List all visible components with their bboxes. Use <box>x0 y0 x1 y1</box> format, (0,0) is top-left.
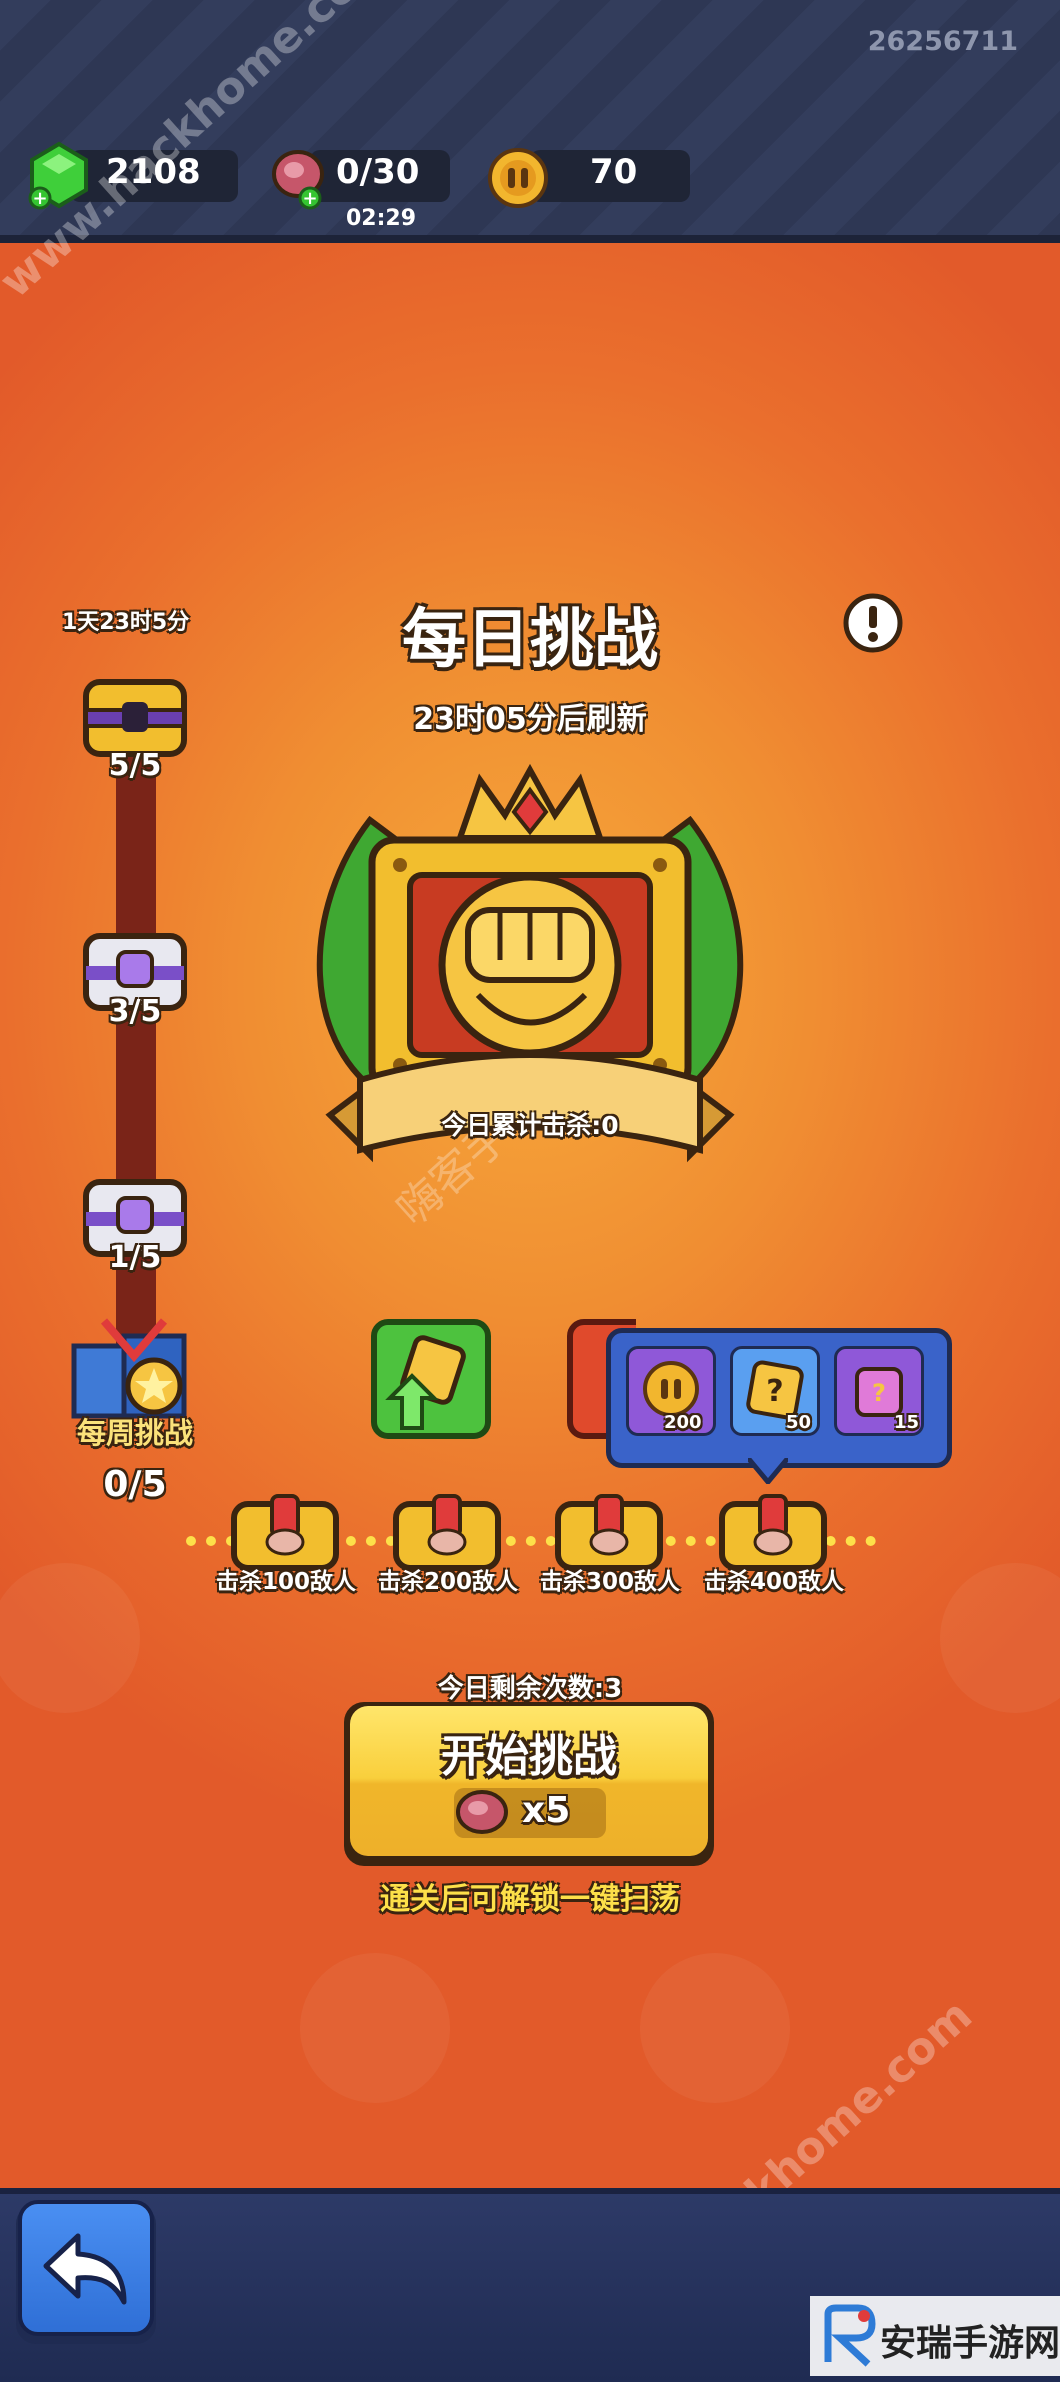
svg-text:+: + <box>32 188 47 209</box>
kill-reward-label: 击杀200敌人 <box>377 1569 518 1595</box>
user-id: 26256711 <box>867 26 1018 57</box>
coin-icon <box>488 148 548 208</box>
start-button[interactable]: 开始挑战 x5 <box>350 1706 708 1856</box>
kill-reward-label: 击杀400敌人 <box>703 1569 844 1595</box>
reward-amount: 200 <box>664 1412 702 1433</box>
energy-count: 0/30 <box>336 152 420 192</box>
svg-text:?: ? <box>766 1374 783 1409</box>
boost-button[interactable] <box>370 1318 492 1440</box>
weekly-chest-progress: 1/5 <box>108 1240 162 1275</box>
site-logo-text: 安瑞手游网 <box>880 2323 1060 2364</box>
unlock-hint: 通关后可解锁一键扫荡 <box>380 1882 680 1917</box>
logo-icon <box>824 2304 876 2367</box>
kill-reward-label: 击杀300敌人 <box>539 1569 680 1595</box>
back-arrow-icon <box>43 2233 127 2305</box>
meat-icon[interactable]: + <box>266 146 332 212</box>
kill-reward-label: 击杀100敌人 <box>215 1569 356 1595</box>
weekly-challenge-label: 每周挑战 <box>76 1416 193 1450</box>
start-cost: x5 <box>522 1790 571 1831</box>
popup-pointer <box>748 1458 788 1484</box>
svg-text:?: ? <box>872 1379 886 1407</box>
bg-emblem <box>300 1953 450 2103</box>
back-button[interactable] <box>18 2200 154 2336</box>
energy-timer: 02:29 <box>346 206 417 231</box>
info-icon[interactable] <box>842 592 904 654</box>
site-logo-watermark: 安瑞手游网 <box>810 2296 1060 2376</box>
weekly-chest-progress: 3/5 <box>108 994 162 1029</box>
svg-text:+: + <box>302 188 317 209</box>
kills-today: 今日累计击杀:0 <box>441 1111 619 1140</box>
remaining-attempts: 今日剩余次数:3 <box>437 1674 623 1704</box>
start-button-label: 开始挑战 <box>441 1731 617 1782</box>
meat-icon <box>456 1790 508 1834</box>
reward-amount: 50 <box>786 1412 812 1433</box>
coins-count: 70 <box>590 152 638 192</box>
weekly-timer: 1天23时5分 <box>62 610 190 635</box>
bg-emblem <box>640 1953 790 2103</box>
weekly-progress: 0/5 <box>103 1464 167 1505</box>
reward-amount: 15 <box>894 1412 920 1433</box>
weekly-chest-progress: 5/5 <box>108 748 162 783</box>
